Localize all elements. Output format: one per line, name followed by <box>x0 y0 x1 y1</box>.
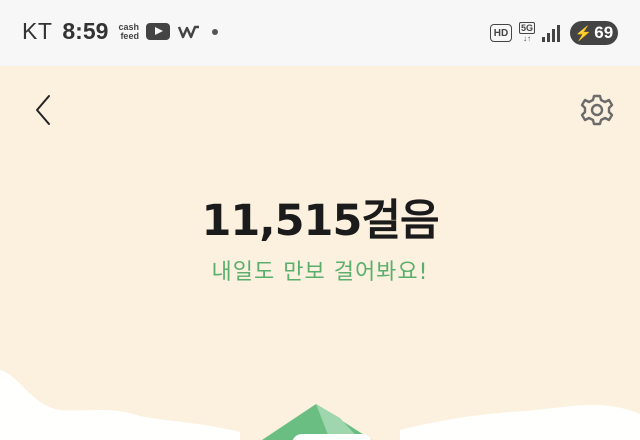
battery-indicator: ⚡ 69 <box>570 21 618 45</box>
encouragement-message: 내일도 만보 걸어봐요! <box>211 260 429 285</box>
settings-button[interactable] <box>578 91 616 129</box>
step-count: 11,515걸음 <box>201 196 439 246</box>
carrier-label: KT <box>22 18 53 44</box>
battery-level: 69 <box>594 23 614 42</box>
signal-icon <box>542 24 562 42</box>
5g-icon: 5G ↓↑ <box>518 22 536 44</box>
hd-icon: HD <box>490 24 512 42</box>
status-bar-left: KT 8:59 cash feed <box>22 18 219 45</box>
chevron-left-icon <box>36 95 50 125</box>
gear-icon <box>580 94 614 126</box>
youtube-icon <box>146 23 171 40</box>
back-button[interactable] <box>28 92 60 128</box>
charging-icon: ⚡ <box>574 24 593 41</box>
5g-label: 5G <box>518 22 535 34</box>
clock: 8:59 <box>62 18 109 44</box>
data-arrows-icon: ↓↑ <box>523 34 531 43</box>
status-bar-right: HD 5G ↓↑ ⚡ 69 <box>490 21 618 45</box>
hill-illustration <box>0 370 640 440</box>
status-bar: KT 8:59 cash feed HD 5G ↓↑ ⚡ 69 <box>0 0 640 66</box>
cashfeed-line2: feed <box>120 30 139 41</box>
notification-dot-icon <box>212 28 219 35</box>
cashfeed-icon: cash feed <box>118 21 142 43</box>
wavve-icon <box>178 25 200 38</box>
